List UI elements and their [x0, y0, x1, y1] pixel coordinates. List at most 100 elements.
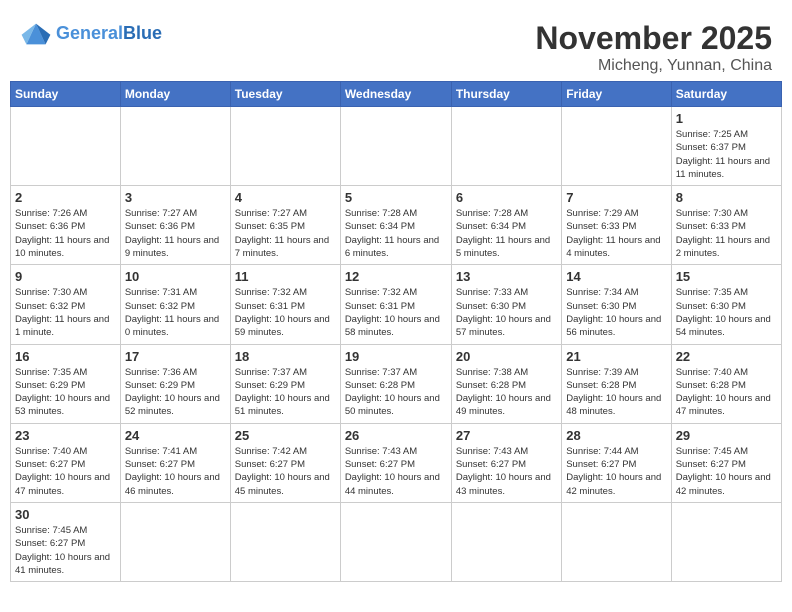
day-number: 23	[15, 428, 116, 443]
logo-text: GeneralBlue	[56, 24, 162, 44]
day-number: 18	[235, 349, 336, 364]
calendar-header-sunday: Sunday	[11, 82, 121, 107]
day-info: Sunrise: 7:25 AM Sunset: 6:37 PM Dayligh…	[676, 128, 777, 181]
month-title: November 2025	[535, 20, 772, 57]
day-number: 14	[566, 269, 666, 284]
day-info: Sunrise: 7:28 AM Sunset: 6:34 PM Dayligh…	[345, 207, 447, 260]
logo-icon	[20, 20, 52, 48]
calendar-cell: 1Sunrise: 7:25 AM Sunset: 6:37 PM Daylig…	[671, 107, 781, 186]
day-info: Sunrise: 7:39 AM Sunset: 6:28 PM Dayligh…	[566, 366, 666, 419]
calendar-week-row: 2 Sunrise: 7:26 AM Sunset: 6:36 PM Daylig…	[11, 186, 782, 265]
day-info: Sunrise: 7:42 AM Sunset: 6:27 PM Dayligh…	[235, 445, 336, 498]
day-info: Sunrise: 7:32 AM Sunset: 6:31 PM Dayligh…	[345, 286, 447, 339]
day-number: 25	[235, 428, 336, 443]
day-info: Sunrise: 7:27 AM Sunset: 6:35 PM Dayligh…	[235, 207, 336, 260]
calendar-cell: 21 Sunrise: 7:39 AM Sunset: 6:28 PM Dayli…	[562, 344, 671, 423]
calendar-cell: 10 Sunrise: 7:31 AM Sunset: 6:32 PM Dayli…	[120, 265, 230, 344]
calendar-cell: 25 Sunrise: 7:42 AM Sunset: 6:27 PM Dayli…	[230, 423, 340, 502]
calendar-cell	[340, 502, 451, 581]
calendar-week-row: 16Sunrise: 7:35 AM Sunset: 6:29 PM Dayli…	[11, 344, 782, 423]
day-number: 6	[456, 190, 557, 205]
calendar-header-thursday: Thursday	[451, 82, 561, 107]
calendar-header-saturday: Saturday	[671, 82, 781, 107]
day-info: Sunrise: 7:33 AM Sunset: 6:30 PM Dayligh…	[456, 286, 557, 339]
calendar-cell: 4Sunrise: 7:27 AM Sunset: 6:35 PM Daylig…	[230, 186, 340, 265]
calendar-cell: 26 Sunrise: 7:43 AM Sunset: 6:27 PM Dayli…	[340, 423, 451, 502]
calendar-week-row: 30 Sunrise: 7:45 AM Sunset: 6:27 PM Dayli…	[11, 502, 782, 581]
calendar-header-row: SundayMondayTuesdayWednesdayThursdayFrid…	[11, 82, 782, 107]
day-number: 21	[566, 349, 666, 364]
day-info: Sunrise: 7:38 AM Sunset: 6:28 PM Dayligh…	[456, 366, 557, 419]
day-info: Sunrise: 7:27 AM Sunset: 6:36 PM Dayligh…	[125, 207, 226, 260]
calendar-cell	[120, 107, 230, 186]
calendar-cell: 29Sunrise: 7:45 AM Sunset: 6:27 PM Dayli…	[671, 423, 781, 502]
day-info: Sunrise: 7:41 AM Sunset: 6:27 PM Dayligh…	[125, 445, 226, 498]
day-number: 24	[125, 428, 226, 443]
calendar-cell: 23 Sunrise: 7:40 AM Sunset: 6:27 PM Dayli…	[11, 423, 121, 502]
calendar-cell	[671, 502, 781, 581]
calendar-week-row: 1Sunrise: 7:25 AM Sunset: 6:37 PM Daylig…	[11, 107, 782, 186]
calendar-cell	[562, 107, 671, 186]
calendar-cell: 7 Sunrise: 7:29 AM Sunset: 6:33 PM Daylig…	[562, 186, 671, 265]
day-number: 27	[456, 428, 557, 443]
day-info: Sunrise: 7:28 AM Sunset: 6:34 PM Dayligh…	[456, 207, 557, 260]
calendar-cell: 20 Sunrise: 7:38 AM Sunset: 6:28 PM Dayli…	[451, 344, 561, 423]
calendar-cell: 18 Sunrise: 7:37 AM Sunset: 6:29 PM Dayli…	[230, 344, 340, 423]
day-number: 20	[456, 349, 557, 364]
day-info: Sunrise: 7:36 AM Sunset: 6:29 PM Dayligh…	[125, 366, 226, 419]
calendar-cell	[120, 502, 230, 581]
calendar-cell	[230, 107, 340, 186]
calendar-cell: 6 Sunrise: 7:28 AM Sunset: 6:34 PM Daylig…	[451, 186, 561, 265]
calendar-header-wednesday: Wednesday	[340, 82, 451, 107]
logo: GeneralBlue	[20, 20, 162, 48]
logo-general: General	[56, 23, 123, 43]
day-number: 28	[566, 428, 666, 443]
day-number: 16	[15, 349, 116, 364]
calendar-week-row: 9Sunrise: 7:30 AM Sunset: 6:32 PM Daylig…	[11, 265, 782, 344]
calendar-cell: 9Sunrise: 7:30 AM Sunset: 6:32 PM Daylig…	[11, 265, 121, 344]
calendar-cell: 17 Sunrise: 7:36 AM Sunset: 6:29 PM Dayli…	[120, 344, 230, 423]
day-number: 17	[125, 349, 226, 364]
calendar-cell: 13 Sunrise: 7:33 AM Sunset: 6:30 PM Dayli…	[451, 265, 561, 344]
day-info: Sunrise: 7:43 AM Sunset: 6:27 PM Dayligh…	[456, 445, 557, 498]
calendar-cell	[340, 107, 451, 186]
day-number: 7	[566, 190, 666, 205]
day-info: Sunrise: 7:45 AM Sunset: 6:27 PM Dayligh…	[15, 524, 116, 577]
calendar-cell: 11Sunrise: 7:32 AM Sunset: 6:31 PM Dayli…	[230, 265, 340, 344]
day-number: 30	[15, 507, 116, 522]
day-info: Sunrise: 7:40 AM Sunset: 6:27 PM Dayligh…	[15, 445, 116, 498]
day-number: 2	[15, 190, 116, 205]
day-info: Sunrise: 7:44 AM Sunset: 6:27 PM Dayligh…	[566, 445, 666, 498]
day-info: Sunrise: 7:32 AM Sunset: 6:31 PM Dayligh…	[235, 286, 336, 339]
calendar-cell: 2 Sunrise: 7:26 AM Sunset: 6:36 PM Daylig…	[11, 186, 121, 265]
day-info: Sunrise: 7:30 AM Sunset: 6:32 PM Dayligh…	[15, 286, 116, 339]
day-number: 5	[345, 190, 447, 205]
calendar-week-row: 23 Sunrise: 7:40 AM Sunset: 6:27 PM Dayli…	[11, 423, 782, 502]
day-number: 13	[456, 269, 557, 284]
calendar-cell	[451, 502, 561, 581]
calendar-cell: 22Sunrise: 7:40 AM Sunset: 6:28 PM Dayli…	[671, 344, 781, 423]
calendar-cell: 12 Sunrise: 7:32 AM Sunset: 6:31 PM Dayli…	[340, 265, 451, 344]
day-info: Sunrise: 7:37 AM Sunset: 6:29 PM Dayligh…	[235, 366, 336, 419]
calendar-table: SundayMondayTuesdayWednesdayThursdayFrid…	[10, 81, 782, 582]
day-info: Sunrise: 7:43 AM Sunset: 6:27 PM Dayligh…	[345, 445, 447, 498]
day-info: Sunrise: 7:26 AM Sunset: 6:36 PM Dayligh…	[15, 207, 116, 260]
day-number: 12	[345, 269, 447, 284]
location: Micheng, Yunnan, China	[535, 57, 772, 75]
day-info: Sunrise: 7:40 AM Sunset: 6:28 PM Dayligh…	[676, 366, 777, 419]
day-info: Sunrise: 7:31 AM Sunset: 6:32 PM Dayligh…	[125, 286, 226, 339]
day-number: 10	[125, 269, 226, 284]
calendar-cell	[562, 502, 671, 581]
day-info: Sunrise: 7:29 AM Sunset: 6:33 PM Dayligh…	[566, 207, 666, 260]
title-block: November 2025 Micheng, Yunnan, China	[535, 20, 772, 75]
calendar-cell: 3Sunrise: 7:27 AM Sunset: 6:36 PM Daylig…	[120, 186, 230, 265]
day-info: Sunrise: 7:30 AM Sunset: 6:33 PM Dayligh…	[676, 207, 777, 260]
calendar-cell: 16Sunrise: 7:35 AM Sunset: 6:29 PM Dayli…	[11, 344, 121, 423]
calendar-cell: 5 Sunrise: 7:28 AM Sunset: 6:34 PM Daylig…	[340, 186, 451, 265]
day-number: 26	[345, 428, 447, 443]
calendar-cell: 8Sunrise: 7:30 AM Sunset: 6:33 PM Daylig…	[671, 186, 781, 265]
calendar-cell: 24 Sunrise: 7:41 AM Sunset: 6:27 PM Dayli…	[120, 423, 230, 502]
calendar-cell: 14Sunrise: 7:34 AM Sunset: 6:30 PM Dayli…	[562, 265, 671, 344]
calendar-cell: 30 Sunrise: 7:45 AM Sunset: 6:27 PM Dayli…	[11, 502, 121, 581]
day-info: Sunrise: 7:35 AM Sunset: 6:30 PM Dayligh…	[676, 286, 777, 339]
